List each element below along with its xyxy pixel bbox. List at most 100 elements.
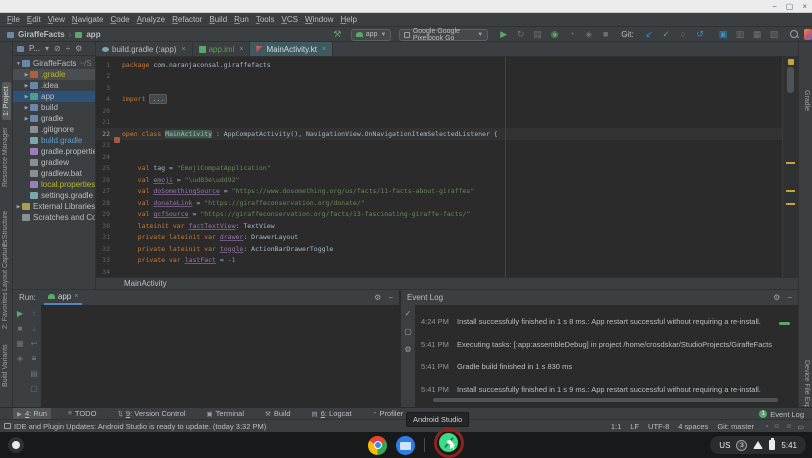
menu-item-vcs[interactable]: VCS: [282, 15, 298, 24]
apply-changes-icon[interactable]: ↻: [513, 27, 528, 42]
tree-expand-arrow[interactable]: ▶: [23, 116, 30, 122]
files-app-icon[interactable]: [396, 436, 415, 455]
tree-item-gradlew[interactable]: gradlew: [13, 157, 95, 168]
status-lf[interactable]: LF: [630, 422, 639, 431]
tree-expand-arrow[interactable]: ▶: [15, 204, 22, 210]
tool-window-button-4-run[interactable]: ▶4: Run: [13, 408, 51, 420]
tree-item-external-libraries[interactable]: ▶External Libraries: [13, 201, 95, 212]
tree-expand-arrow[interactable]: ▶: [23, 72, 30, 78]
close-tab-icon[interactable]: ×: [322, 46, 326, 53]
tool-strip-layout-captures[interactable]: Layout Captures: [2, 240, 9, 291]
scroll-to-end-icon[interactable]: ≡: [32, 354, 37, 363]
tool-strip-gradle[interactable]: Gradle: [803, 90, 810, 111]
up-stack-trace-icon[interactable]: ↑: [32, 309, 36, 318]
update-project-icon[interactable]: ↙: [642, 27, 657, 42]
menu-item-run[interactable]: Run: [234, 15, 249, 24]
chevron-down-icon[interactable]: ▾: [45, 44, 49, 53]
breadcrumb-item[interactable]: GiraffeFacts: [18, 30, 65, 39]
tree-item-giraffefacts[interactable]: ▼GiraffeFacts~/S: [13, 58, 95, 69]
history-icon[interactable]: ○: [676, 27, 691, 42]
event-log-entry[interactable]: 5:41 PMExecuting tasks: [:app:assembleDe…: [421, 340, 798, 363]
settings-gear-icon[interactable]: ⚙: [773, 293, 780, 302]
search-everywhere-icon[interactable]: [790, 30, 796, 39]
status-1-1[interactable]: 1:1: [611, 422, 621, 431]
android-studio-icon[interactable]: [434, 428, 464, 458]
menu-item-edit[interactable]: Edit: [27, 15, 41, 24]
menu-item-build[interactable]: Build: [209, 15, 227, 24]
avd-manager-icon[interactable]: ▦: [750, 27, 765, 42]
tool-window-button-6-logcat[interactable]: ▤6: Logcat: [308, 408, 356, 420]
apply-code-changes-icon[interactable]: ▤: [530, 27, 545, 42]
settings-gear-icon[interactable]: ⚙: [75, 44, 82, 53]
rerun-icon[interactable]: ▶: [17, 309, 23, 318]
restore-layout-icon[interactable]: ▦: [16, 339, 24, 348]
tree-expand-arrow[interactable]: ▶: [23, 83, 30, 89]
tree-item-local-properties[interactable]: local.properties: [13, 179, 95, 190]
menu-item-refactor[interactable]: Refactor: [172, 15, 202, 24]
status-4-spaces[interactable]: 4 spaces: [678, 422, 708, 431]
scrollbar-thumb[interactable]: [787, 67, 794, 93]
settings-gear-icon[interactable]: ⚙: [374, 293, 381, 302]
warning-mark[interactable]: [786, 190, 795, 192]
close-window-icon[interactable]: ×: [802, 0, 807, 13]
stop-icon[interactable]: ■: [598, 27, 613, 42]
mark-all-read-icon[interactable]: ✓: [405, 309, 412, 318]
launcher-button[interactable]: [8, 437, 24, 453]
warning-mark[interactable]: [786, 203, 795, 205]
pin-tab-icon[interactable]: ◈: [17, 354, 23, 363]
tool-strip-1-project[interactable]: 1: Project: [2, 82, 11, 120]
menu-item-help[interactable]: Help: [340, 15, 356, 24]
collapse-all-icon[interactable]: ÷: [66, 44, 70, 53]
print-icon[interactable]: ▤: [30, 369, 38, 378]
status-git-master[interactable]: Git: master: [717, 422, 754, 431]
status-utf-8[interactable]: UTF-8: [648, 422, 669, 431]
stop-icon[interactable]: ■: [18, 324, 23, 333]
log-settings-icon[interactable]: ⚙: [404, 345, 411, 354]
tree-expand-arrow[interactable]: ▼: [15, 61, 22, 67]
tool-window-button-profiler[interactable]: ◔Profiler: [369, 408, 408, 420]
tree-item-build-gradle[interactable]: build.gradle: [13, 135, 95, 146]
tool-window-button-terminal[interactable]: ▣Terminal: [203, 408, 249, 420]
editor-tab-mainactivity-kt[interactable]: MainActivity.kt×: [250, 42, 333, 56]
write-lock-icon[interactable]: ▫: [766, 423, 768, 430]
profiler-icon[interactable]: ◔: [564, 27, 579, 42]
tree-item--idea[interactable]: ▶.idea: [13, 80, 95, 91]
chrome-icon[interactable]: [368, 436, 387, 455]
run-configuration-select[interactable]: app▼: [351, 29, 392, 41]
tool-strip-resource-manager[interactable]: Resource Manager: [2, 127, 9, 187]
tree-item--gradle[interactable]: ▶.gradle: [13, 69, 95, 80]
minimize-icon[interactable]: −: [787, 293, 792, 302]
tree-item--gitignore[interactable]: .gitignore: [13, 124, 95, 135]
minimize-window-icon[interactable]: −: [772, 0, 777, 13]
event-log-entry[interactable]: 4:24 PMInstall successfully finished in …: [421, 317, 798, 340]
editor-breadcrumb[interactable]: MainActivity: [96, 277, 798, 289]
project-view-selector[interactable]: P...: [29, 44, 40, 53]
menu-item-navigate[interactable]: Navigate: [72, 15, 104, 24]
close-tab-icon[interactable]: ×: [181, 46, 185, 53]
menu-item-tools[interactable]: Tools: [256, 15, 275, 24]
editor-tab-build-gradle-app-[interactable]: build.gradle (:app)×: [96, 42, 193, 56]
tree-item-gradle[interactable]: ▶gradle: [13, 113, 95, 124]
tree-expand-arrow[interactable]: ▶: [23, 105, 30, 111]
close-tab-icon[interactable]: ×: [74, 293, 78, 300]
device-manager-icon[interactable]: ▧: [767, 27, 782, 42]
menu-item-window[interactable]: Window: [305, 15, 333, 24]
event-log-entry[interactable]: 5:41 PMGradle build finished in 1 s 830 …: [421, 362, 798, 385]
menu-item-code[interactable]: Code: [111, 15, 130, 24]
editor-scrollbar-stripe[interactable]: [782, 57, 798, 277]
tool-window-button-build[interactable]: ⚒Build: [261, 408, 295, 420]
tree-item-build[interactable]: ▶build: [13, 102, 95, 113]
system-tray[interactable]: US 3 5:41: [710, 436, 806, 454]
build-hammer-icon[interactable]: ⚒: [332, 27, 343, 42]
notifications-icon[interactable]: ▭: [797, 423, 804, 431]
soft-wrap-icon[interactable]: ↩: [31, 339, 38, 348]
tree-item-scratches-and-consoles[interactable]: Scratches and Consoles: [13, 212, 95, 223]
menu-item-analyze[interactable]: Analyze: [137, 15, 165, 24]
run-console-output[interactable]: [41, 305, 399, 407]
tool-window-button-9-version-control[interactable]: ⇅9: Version Control: [113, 408, 189, 420]
tree-item-gradle-properties[interactable]: gradle.properties: [13, 146, 95, 157]
clear-console-icon[interactable]: ▢: [30, 384, 38, 393]
menu-item-file[interactable]: File: [7, 15, 20, 24]
user-avatar[interactable]: [804, 29, 812, 40]
warning-mark[interactable]: [786, 162, 795, 164]
